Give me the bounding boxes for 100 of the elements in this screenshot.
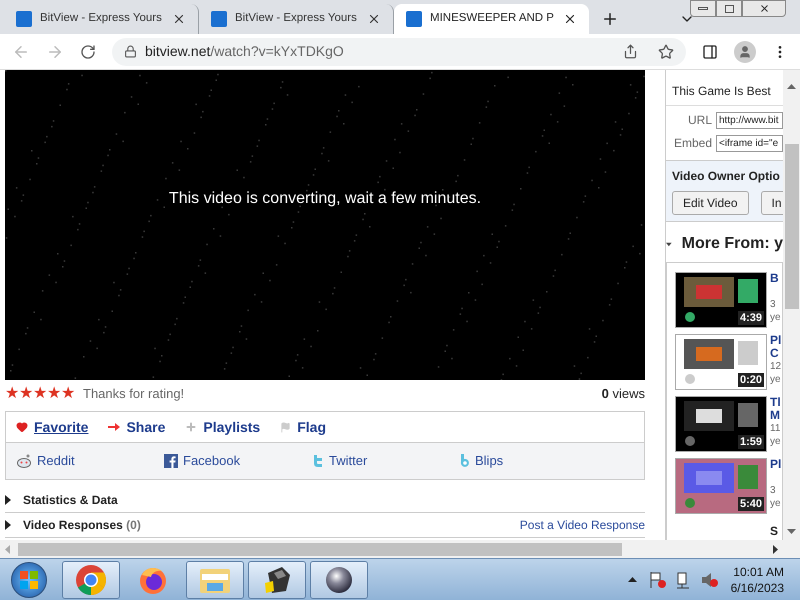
- scroll-down-icon[interactable]: [787, 529, 796, 534]
- owner-options-title: Video Owner Optio: [672, 168, 781, 185]
- vertical-scrollbar[interactable]: [783, 70, 800, 540]
- collapse-triangle-icon[interactable]: [666, 240, 672, 248]
- tab-title: BitView - Express Yours: [235, 11, 358, 26]
- app-icon: [262, 564, 292, 594]
- taskbar-button[interactable]: [310, 560, 368, 598]
- muted-speaker-icon[interactable]: [700, 570, 719, 588]
- rating-message: Thanks for rating!: [83, 385, 184, 404]
- converting-message: This video is converting, wait a few minutes.: [168, 189, 482, 209]
- related-title[interactable]: M: [770, 409, 781, 422]
- arrow-icon: [108, 422, 120, 432]
- scroll-right-icon[interactable]: [773, 544, 778, 554]
- browser-tab[interactable]: BitView - Express Yours: [4, 4, 199, 34]
- related-meta: 3: [770, 298, 777, 311]
- plus-icon: [185, 421, 198, 433]
- windows-logo-icon: [20, 570, 38, 588]
- taskbar-button[interactable]: [248, 560, 306, 598]
- new-tab-icon[interactable]: [601, 10, 619, 28]
- star-icon[interactable]: ★: [47, 386, 61, 402]
- bitview-favicon-icon: [406, 11, 422, 27]
- url-label: URL: [686, 112, 712, 129]
- related-meta: ye: [770, 435, 781, 448]
- related-meta: 11: [770, 422, 781, 435]
- flag-alert-icon[interactable]: [648, 570, 667, 588]
- url-text: bitview.net/watch?v=kYxTDKgO: [145, 42, 344, 61]
- view-count: 0 views: [602, 385, 645, 404]
- see-all-link[interactable]: S: [770, 522, 778, 540]
- heart-icon: [16, 421, 28, 433]
- related-title[interactable]: Pl: [770, 458, 782, 471]
- flag-icon: [280, 422, 292, 432]
- maximize-button[interactable]: [716, 0, 742, 17]
- browser-tab[interactable]: MINESWEEPER AND P: [394, 4, 589, 34]
- horizontal-scrollbar[interactable]: [0, 540, 800, 558]
- profile-avatar[interactable]: [734, 40, 756, 62]
- section-title[interactable]: Statistics & Data: [23, 491, 118, 509]
- tray-arrow-icon[interactable]: [628, 577, 637, 582]
- embed-label: Embed: [672, 135, 712, 152]
- close-icon: [758, 3, 770, 14]
- more-from-heading: More From: y: [682, 234, 783, 254]
- action-link[interactable]: Playlists: [185, 416, 260, 438]
- scroll-up-icon[interactable]: [787, 84, 796, 89]
- expand-triangle-icon[interactable]: [5, 520, 11, 530]
- chrome-icon: [75, 564, 107, 596]
- related-title[interactable]: C: [770, 347, 782, 360]
- duration-badge: 1:59: [738, 435, 764, 449]
- duration-badge: 4:39: [738, 311, 764, 325]
- video-title: This Game Is Best: [671, 83, 772, 100]
- tab-title: BitView - Express Yours: [40, 11, 163, 26]
- facebook-icon: [164, 454, 178, 468]
- bitview-favicon-icon: [211, 11, 227, 27]
- related-meta: ye: [770, 373, 782, 386]
- related-meta: ye: [770, 497, 782, 510]
- related-meta: ye: [770, 311, 781, 324]
- browser-tab[interactable]: BitView - Express Yours: [199, 4, 394, 34]
- action-link[interactable]: Share: [108, 416, 166, 438]
- clock-time[interactable]: 10:01 AM: [733, 564, 784, 580]
- close-icon[interactable]: [563, 12, 577, 26]
- related-title[interactable]: Pl: [770, 334, 782, 347]
- share-icon[interactable]: [623, 44, 638, 59]
- star-icon[interactable]: ★: [33, 386, 47, 402]
- minimize-button[interactable]: [690, 0, 716, 17]
- close-button[interactable]: [742, 0, 786, 17]
- twitter-link[interactable]: Twitter: [312, 451, 460, 471]
- star-icon[interactable]: ★: [61, 386, 75, 402]
- related-meta: 12: [770, 360, 782, 373]
- close-icon[interactable]: [172, 12, 186, 26]
- reddit-link[interactable]: Reddit: [16, 451, 164, 471]
- sphere-icon: [324, 564, 354, 594]
- tab-title: MINESWEEPER AND P: [430, 11, 555, 26]
- duration-badge: 5:40: [738, 497, 764, 511]
- address-bar[interactable]: bitview.net/watch?v=kYxTDKgO: [112, 38, 686, 66]
- action-link[interactable]: Flag: [280, 416, 326, 438]
- b-logo-icon: [460, 454, 470, 468]
- close-icon[interactable]: [367, 12, 381, 26]
- related-title[interactable]: B: [770, 272, 781, 285]
- related-meta: 3: [770, 484, 777, 497]
- related-title[interactable]: Tl: [770, 396, 781, 409]
- star-icon[interactable]: ★: [5, 386, 19, 402]
- star-icon[interactable]: ★: [19, 386, 33, 402]
- reload-icon[interactable]: [80, 44, 96, 60]
- owner-button[interactable]: Edit Video: [672, 191, 748, 215]
- owner-button[interactable]: In: [760, 191, 783, 215]
- clock-date[interactable]: 6/16/2023: [730, 580, 784, 596]
- section-title[interactable]: Video Responses (0): [23, 516, 141, 534]
- star-rating[interactable]: ★★★★★: [5, 386, 75, 402]
- embed-field[interactable]: <iframe id="e: [716, 134, 783, 152]
- expand-triangle-icon[interactable]: [5, 495, 11, 505]
- bookmark-star-icon[interactable]: [658, 44, 674, 60]
- action-link[interactable]: Favorite: [16, 416, 88, 438]
- url-field[interactable]: http://www.bit: [716, 112, 783, 128]
- facebook-link[interactable]: Facebook: [164, 451, 312, 471]
- bitview-favicon-icon: [16, 11, 32, 27]
- duration-badge: 0:20: [738, 373, 764, 387]
- bird-icon: [312, 454, 324, 468]
- post-response-link[interactable]: Post a Video Response: [520, 516, 645, 534]
- side-panel-icon[interactable]: [702, 44, 718, 60]
- alien-icon: [16, 454, 32, 468]
- lock-icon: [124, 45, 137, 58]
- blips-link[interactable]: Blips: [460, 451, 608, 471]
